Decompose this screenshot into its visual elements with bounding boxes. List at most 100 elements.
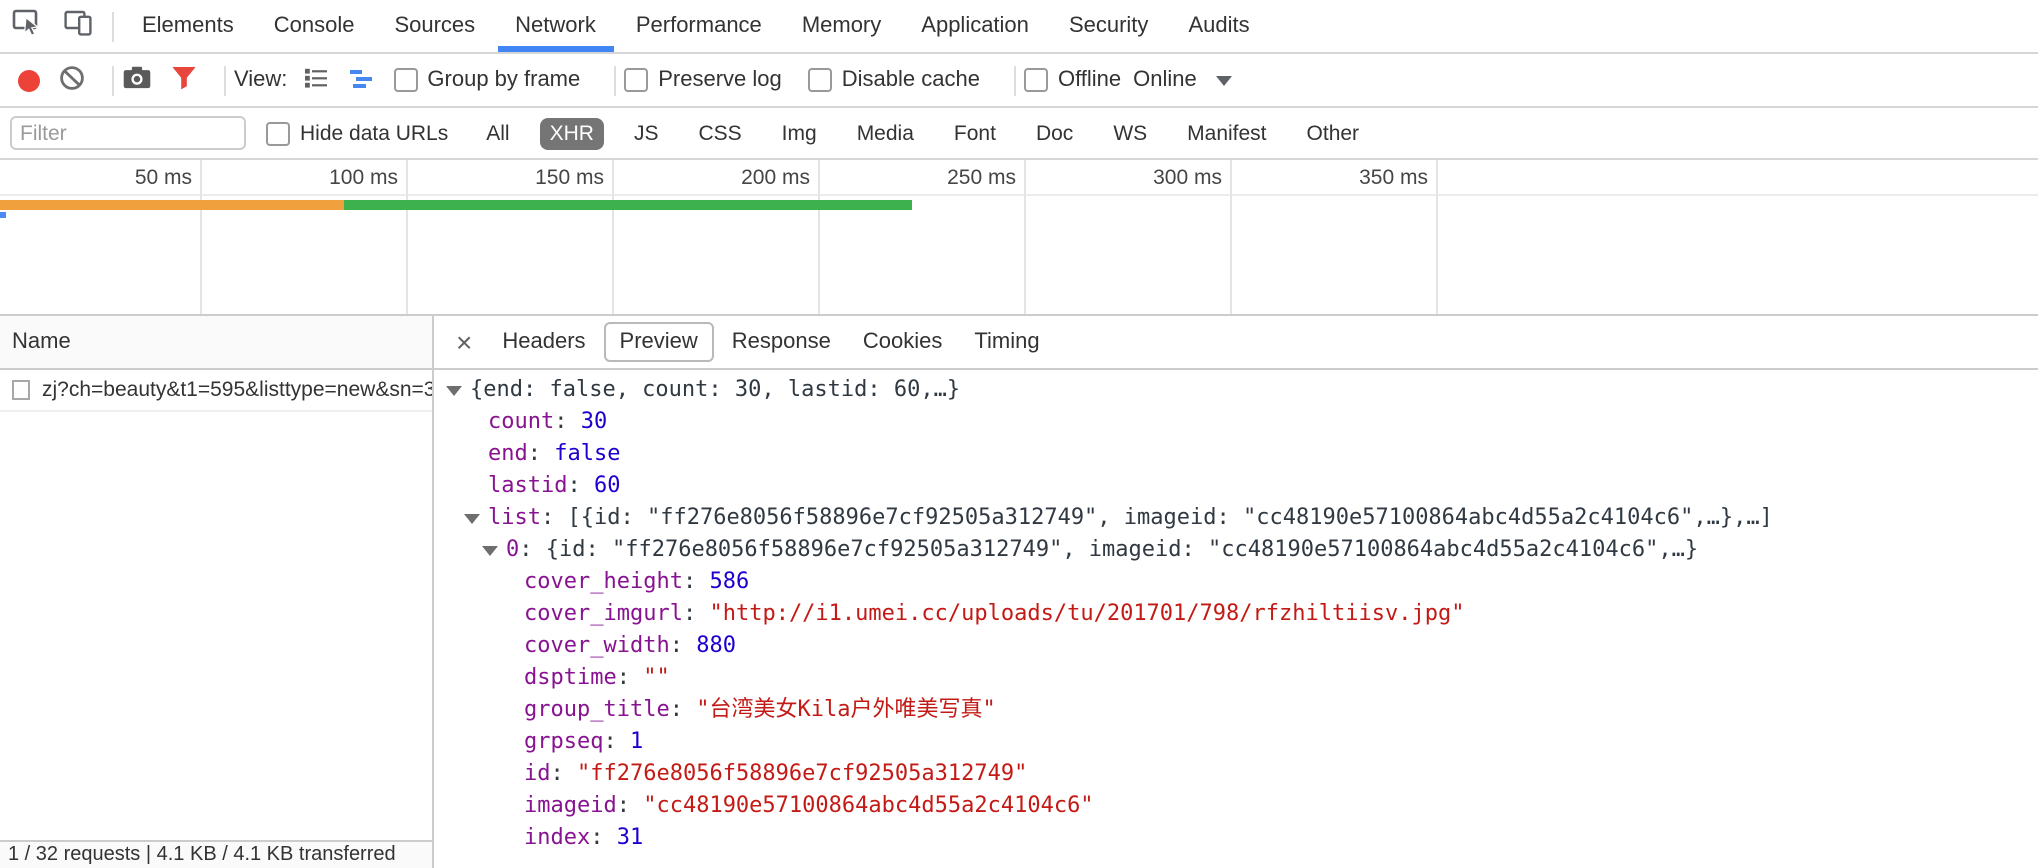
timeline-gridline (612, 160, 614, 314)
json-num: 880 (696, 632, 736, 658)
tab-security[interactable]: Security (1049, 0, 1169, 52)
filter-type-all[interactable]: All (476, 117, 519, 149)
filter-button[interactable] (170, 62, 198, 98)
overview-icon (347, 63, 375, 97)
checkbox-label: Offline (1058, 68, 1121, 92)
device-toolbar-icon (64, 7, 92, 45)
divider (224, 65, 226, 95)
large-request-rows-button[interactable] (301, 63, 329, 97)
json-name: list (488, 504, 541, 530)
checkbox-preserve-log[interactable]: Preserve log (624, 68, 782, 92)
checkbox-disable-cache[interactable]: Disable cache (808, 68, 980, 92)
checkbox-box[interactable] (808, 68, 832, 92)
request-name: zj?ch=beauty&t1=595&listtype=new&sn=30&l… (42, 378, 432, 402)
request-details-panel: × HeadersPreviewResponseCookiesTiming {e… (434, 316, 2038, 868)
capture-screenshots-button[interactable] (122, 62, 152, 98)
detail-tab-response[interactable]: Response (718, 324, 845, 360)
request-list: zj?ch=beauty&t1=595&listtype=new&sn=30&l… (0, 370, 432, 840)
checkbox-box[interactable] (393, 68, 417, 92)
disclosure-triangle-icon[interactable] (464, 513, 480, 523)
json-tree-row[interactable]: group_title: "台湾美女Kila户外唯美写真" (434, 694, 2038, 726)
inspect-element-button[interactable] (0, 0, 52, 52)
filter-type-font[interactable]: Font (944, 117, 1006, 149)
json-plain: {end: false, count: 30, lastid: 60,…} (470, 376, 960, 402)
divider (112, 65, 114, 95)
json-plain: [{id: "ff276e8056f58896e7cf92505a312749"… (568, 504, 1773, 530)
tab-elements[interactable]: Elements (122, 0, 254, 52)
tab-application[interactable]: Application (901, 0, 1049, 52)
clear-button[interactable] (58, 63, 86, 97)
checkbox-box[interactable] (1024, 68, 1048, 92)
detail-tab-cookies[interactable]: Cookies (849, 324, 957, 360)
json-plain: : (683, 568, 710, 594)
json-tree-row[interactable]: id: "ff276e8056f58896e7cf92505a312749" (434, 758, 2038, 790)
json-tree-row[interactable]: cover_width: 880 (434, 630, 2038, 662)
json-tree-row[interactable]: cover_imgurl: "http://i1.umei.cc/uploads… (434, 598, 2038, 630)
timeline-gridline (406, 160, 408, 314)
json-plain: : (519, 536, 546, 562)
json-name: group_title (524, 696, 670, 722)
document-icon (12, 380, 30, 400)
tab-console[interactable]: Console (254, 0, 375, 52)
json-tree-row[interactable]: dsptime: "" (434, 662, 2038, 694)
json-plain: : (590, 824, 617, 850)
filter-type-media[interactable]: Media (847, 117, 924, 149)
checkbox-offline[interactable]: Offline (1024, 68, 1121, 92)
json-str: "http://i1.umei.cc/uploads/tu/201701/798… (709, 600, 1464, 626)
checkbox-box[interactable] (266, 121, 290, 145)
show-overview-button[interactable] (347, 63, 375, 97)
json-tree-row[interactable]: grpseq: 1 (434, 726, 2038, 758)
json-tree-row[interactable]: cover_height: 586 (434, 566, 2038, 598)
json-tree-row[interactable]: list: [{id: "ff276e8056f58896e7cf92505a3… (434, 502, 2038, 534)
request-rows-icon (301, 63, 329, 97)
device-toolbar-button[interactable] (52, 0, 104, 52)
throttling-dropdown[interactable]: Online (1133, 68, 1233, 92)
tab-audits[interactable]: Audits (1168, 0, 1269, 52)
filter-type-img[interactable]: Img (772, 117, 827, 149)
json-plain: : (551, 760, 578, 786)
json-tree-row[interactable]: lastid: 60 (434, 470, 2038, 502)
json-tree-row[interactable]: index: 31 (434, 822, 2038, 854)
checkbox-group-by-frame[interactable]: Group by frame (393, 68, 580, 92)
timeline-tick-label: 350 ms (1359, 166, 1436, 190)
json-tree-row[interactable]: count: 30 (434, 406, 2038, 438)
name-column-label: Name (12, 330, 71, 354)
filter-type-other[interactable]: Other (1297, 117, 1370, 149)
close-icon[interactable]: × (444, 328, 484, 356)
checkbox-label: Preserve log (658, 68, 782, 92)
json-plain: : (670, 696, 697, 722)
filter-type-ws[interactable]: WS (1103, 117, 1157, 149)
filter-type-js[interactable]: JS (624, 117, 669, 149)
json-tree-row[interactable]: 0: {id: "ff276e8056f58896e7cf92505a31274… (434, 534, 2038, 566)
checkbox-box[interactable] (624, 68, 648, 92)
detail-tab-timing[interactable]: Timing (960, 324, 1053, 360)
disclosure-triangle-icon[interactable] (482, 545, 498, 555)
panel-tabs: ElementsConsoleSourcesNetworkPerformance… (122, 0, 1270, 52)
checkbox-label: Hide data URLs (300, 121, 448, 145)
filter-type-css[interactable]: CSS (688, 117, 751, 149)
json-tree-row[interactable]: end: false (434, 438, 2038, 470)
filter-type-manifest[interactable]: Manifest (1177, 117, 1276, 149)
timeline-gridline (818, 160, 820, 314)
detail-tab-headers[interactable]: Headers (488, 324, 599, 360)
record-button[interactable] (18, 69, 40, 91)
filter-type-doc[interactable]: Doc (1026, 117, 1083, 149)
network-overview[interactable]: 50 ms100 ms150 ms200 ms250 ms300 ms350 m… (0, 160, 2038, 316)
detail-tab-preview[interactable]: Preview (604, 322, 714, 362)
tab-sources[interactable]: Sources (374, 0, 495, 52)
filter-input[interactable] (10, 116, 246, 150)
json-name: cover_imgurl (524, 600, 683, 626)
json-tree-row[interactable]: {end: false, count: 30, lastid: 60,…} (434, 374, 2038, 406)
checkbox-hide-data-urls[interactable]: Hide data URLs (266, 121, 448, 145)
disclosure-triangle-icon[interactable] (446, 385, 462, 395)
tab-network[interactable]: Network (495, 0, 616, 52)
network-main: Name zj?ch=beauty&t1=595&listtype=new&sn… (0, 316, 2038, 868)
request-row[interactable]: zj?ch=beauty&t1=595&listtype=new&sn=30&l… (0, 370, 432, 412)
tab-memory[interactable]: Memory (782, 0, 901, 52)
tab-performance[interactable]: Performance (616, 0, 782, 52)
filter-type-xhr[interactable]: XHR (540, 117, 604, 149)
json-plain: : (617, 792, 644, 818)
request-list-panel: Name zj?ch=beauty&t1=595&listtype=new&sn… (0, 316, 434, 868)
name-column-header[interactable]: Name (0, 316, 432, 370)
json-tree-row[interactable]: imageid: "cc48190e57100864abc4d55a2c4104… (434, 790, 2038, 822)
